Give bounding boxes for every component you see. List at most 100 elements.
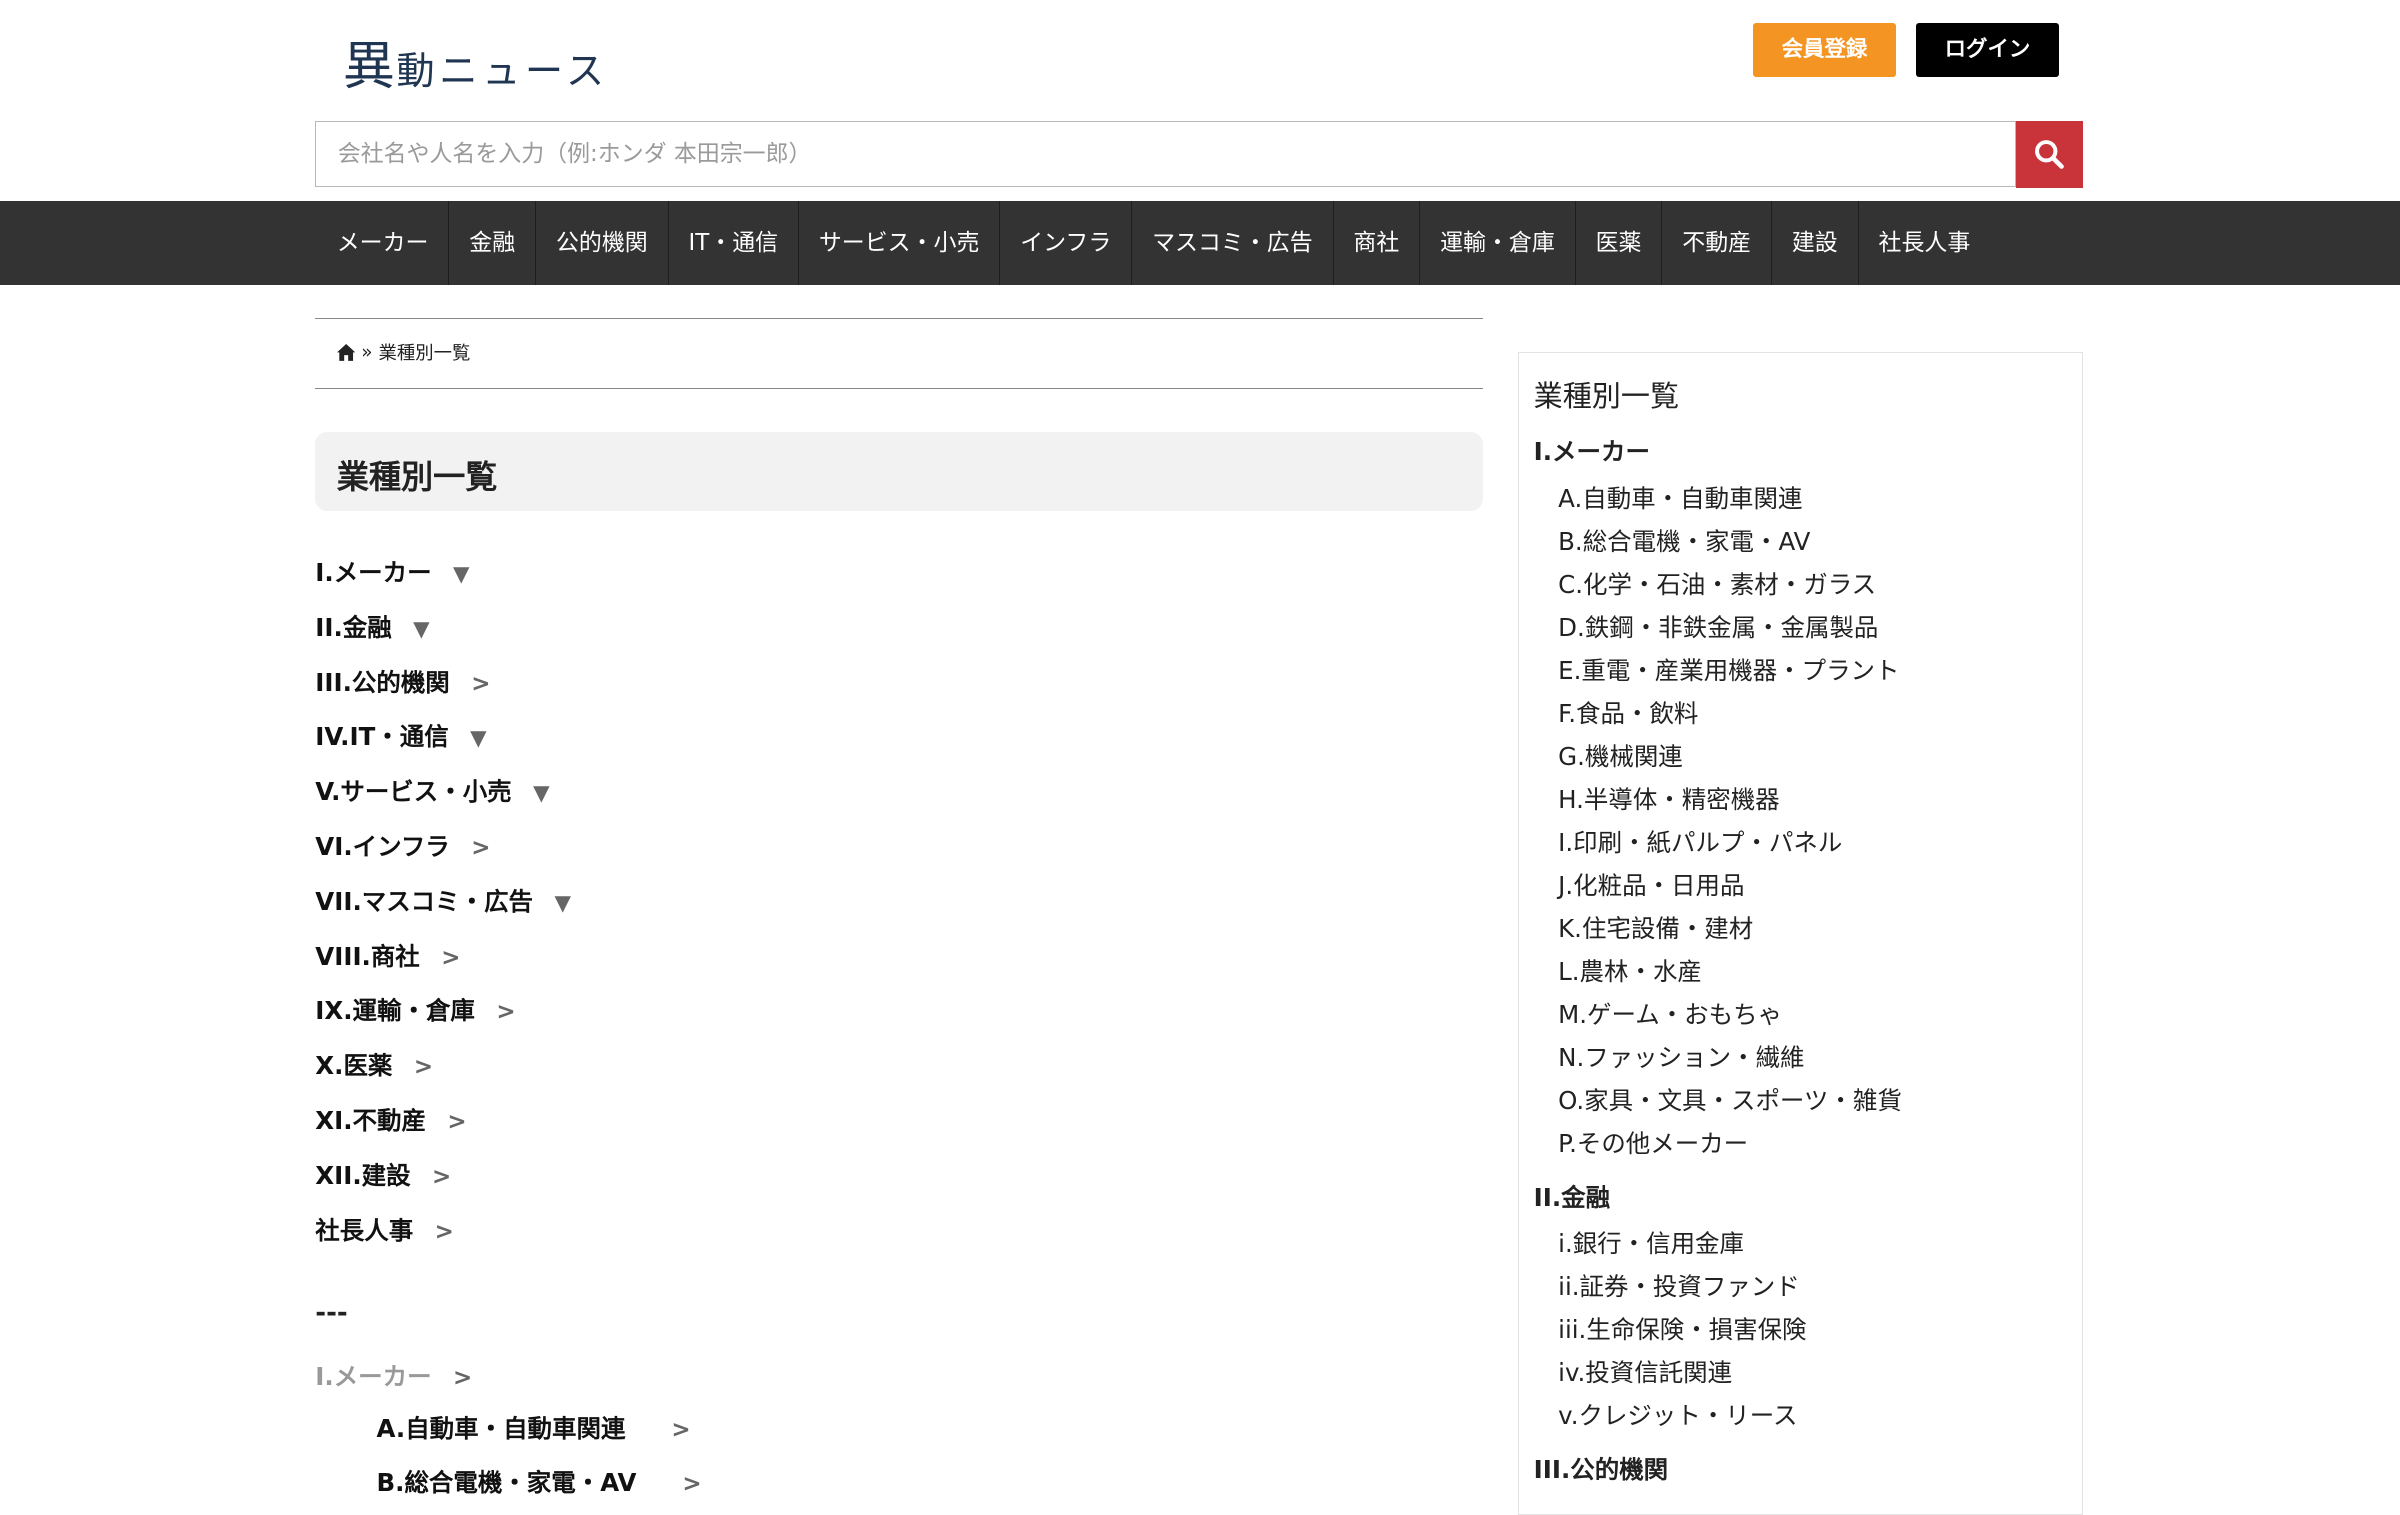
sub-category-label: A.自動車・自動車関連 bbox=[376, 1413, 626, 1443]
register-button[interactable]: 会員登録 bbox=[1752, 22, 1897, 77]
home-icon[interactable] bbox=[336, 343, 356, 361]
category-label: XII.建設 bbox=[315, 1160, 411, 1190]
sidebar-link[interactable]: A.自動車・自動車関連 bbox=[1558, 480, 1802, 515]
chevron-right-icon: > bbox=[441, 944, 461, 971]
triangle-down-icon: ▼ bbox=[453, 562, 470, 588]
category-label: III.公的機関 bbox=[315, 667, 450, 697]
sidebar-link[interactable]: ii.証券・投資ファンド bbox=[1558, 1268, 1800, 1303]
sidebar-link[interactable]: L.農林・水産 bbox=[1558, 953, 1702, 988]
triangle-down-icon: ▼ bbox=[470, 726, 487, 752]
breadcrumb-separator: » bbox=[361, 341, 373, 363]
category-item[interactable]: VI.インフラ > bbox=[315, 828, 490, 863]
nav-item[interactable]: IT・通信 bbox=[669, 200, 799, 285]
nav-item[interactable]: 社長人事 bbox=[1859, 201, 1991, 285]
sub-heading-label: I.メーカー bbox=[315, 1361, 432, 1391]
category-item[interactable]: X.医薬 > bbox=[315, 1047, 433, 1082]
sub-category-item[interactable]: B.総合電機・家電・AV > bbox=[377, 1464, 702, 1499]
sidebar-link[interactable]: I.印刷・紙パルプ・パネル bbox=[1558, 824, 1842, 859]
nav-item[interactable]: 商社 bbox=[1334, 200, 1421, 285]
breadcrumb-current: 業種別一覧 bbox=[378, 343, 471, 365]
chevron-right-icon: > bbox=[413, 1054, 434, 1081]
sidebar-group-heading[interactable]: I.メーカー bbox=[1534, 433, 1650, 468]
login-button[interactable]: ログイン bbox=[1916, 22, 2059, 77]
page-title-box: 業種別一覧 bbox=[315, 431, 1484, 512]
category-item[interactable]: VIII.商社 > bbox=[315, 938, 460, 973]
site-header: 異動ニュース 会員登録 ログイン bbox=[0, 0, 2400, 201]
chevron-right-icon: > bbox=[671, 1416, 691, 1443]
triangle-down-icon: ▼ bbox=[533, 781, 550, 807]
sidebar-link[interactable]: O.家具・文具・スポーツ・雑貨 bbox=[1558, 1082, 1902, 1117]
category-item[interactable]: XII.建設 > bbox=[315, 1157, 451, 1192]
category-item[interactable]: III.公的機関 > bbox=[315, 664, 490, 699]
search-input[interactable] bbox=[316, 121, 2016, 187]
sidebar-link[interactable]: M.ゲーム・おもちゃ bbox=[1558, 996, 1782, 1031]
chevron-right-icon: > bbox=[434, 1218, 454, 1245]
category-item[interactable]: 社長人事 > bbox=[315, 1212, 454, 1247]
nav-item[interactable]: インフラ bbox=[1000, 200, 1133, 285]
chevron-right-icon: > bbox=[471, 835, 491, 862]
category-label: II.金融 bbox=[315, 612, 392, 642]
sidebar-link[interactable]: K.住宅設備・建材 bbox=[1558, 910, 1753, 945]
category-label: V.サービス・小売 bbox=[315, 777, 512, 807]
sidebar-link[interactable]: F.食品・飲料 bbox=[1558, 695, 1698, 730]
sidebar-link[interactable]: H.半導体・精密機器 bbox=[1558, 781, 1780, 816]
category-item[interactable]: V.サービス・小売 ▼ bbox=[315, 773, 549, 808]
page-title: 業種別一覧 bbox=[336, 457, 498, 496]
sidebar-link[interactable]: D.鉄鋼・非鉄金属・金属製品 bbox=[1558, 609, 1878, 644]
category-label: X.医薬 bbox=[315, 1051, 393, 1081]
category-label: 社長人事 bbox=[315, 1215, 414, 1245]
nav-item[interactable]: 不動産 bbox=[1662, 200, 1772, 285]
nav-item[interactable]: マスコミ・広告 bbox=[1132, 200, 1334, 285]
sidebar-link[interactable]: N.ファッション・繊維 bbox=[1558, 1039, 1804, 1074]
sidebar-link[interactable]: B.総合電機・家電・AV bbox=[1558, 523, 1810, 558]
nav-item[interactable]: 公的機関 bbox=[536, 200, 669, 285]
divider-text: --- bbox=[315, 1297, 348, 1328]
chevron-right-icon: > bbox=[447, 1109, 467, 1136]
category-item[interactable]: II.金融 ▼ bbox=[315, 609, 429, 644]
nav-item[interactable]: メーカー bbox=[317, 200, 450, 285]
category-label: VIII.商社 bbox=[315, 941, 420, 971]
triangle-down-icon: ▼ bbox=[554, 890, 571, 916]
sidebar-link[interactable]: i.銀行・信用金庫 bbox=[1558, 1225, 1744, 1260]
category-label: IX.運輸・倉庫 bbox=[315, 996, 475, 1026]
nav-item[interactable]: 金融 bbox=[449, 200, 537, 285]
nav-item[interactable]: 医薬 bbox=[1576, 200, 1663, 285]
chevron-right-icon: > bbox=[432, 1163, 452, 1190]
sidebar-link[interactable]: P.その他メーカー bbox=[1558, 1125, 1748, 1160]
category-label: VI.インフラ bbox=[315, 832, 450, 862]
logo-rest: 動ニュース bbox=[396, 49, 609, 95]
category-item[interactable]: I.メーカー ▼ bbox=[315, 554, 469, 589]
category-item[interactable]: IV.IT・通信 ▼ bbox=[315, 718, 486, 753]
category-label: IV.IT・通信 bbox=[315, 722, 449, 752]
sub-category-item[interactable]: A.自動車・自動車関連 > bbox=[377, 1410, 691, 1445]
category-label: I.メーカー bbox=[315, 558, 432, 588]
category-item[interactable]: XI.不動産 > bbox=[315, 1102, 466, 1137]
triangle-down-icon: ▼ bbox=[413, 616, 430, 642]
breadcrumb: » 業種別一覧 bbox=[315, 318, 1484, 389]
sidebar-title: 業種別一覧 bbox=[1533, 379, 1680, 414]
category-nav: メーカー 金融 公的機関 IT・通信 サービス・小売 インフラ マスコミ・広告 商社 運輸・倉庫… bbox=[0, 200, 2400, 285]
chevron-right-icon: > bbox=[682, 1471, 702, 1498]
chevron-right-icon: > bbox=[496, 999, 516, 1026]
sub-category-heading[interactable]: I.メーカー > bbox=[315, 1358, 472, 1393]
category-label: XI.不動産 bbox=[315, 1106, 426, 1136]
logo-main: 異 bbox=[342, 37, 397, 98]
sidebar-group-heading[interactable]: III.公的機関 bbox=[1534, 1451, 1668, 1486]
category-item[interactable]: VII.マスコミ・広告 ▼ bbox=[315, 883, 571, 918]
nav-item[interactable]: 運輸・倉庫 bbox=[1420, 200, 1576, 285]
search-button[interactable] bbox=[2015, 120, 2084, 189]
sidebar-link[interactable]: G.機械関連 bbox=[1558, 738, 1683, 773]
sidebar-group-heading[interactable]: II.金融 bbox=[1534, 1179, 1610, 1214]
site-logo[interactable]: 異動ニュース bbox=[343, 24, 609, 99]
sidebar-link[interactable]: iii.生命保険・損害保険 bbox=[1558, 1311, 1806, 1346]
nav-item[interactable]: 建設 bbox=[1772, 200, 1859, 285]
search-icon bbox=[2035, 140, 2065, 170]
sidebar-link[interactable]: v.クレジット・リース bbox=[1558, 1397, 1797, 1432]
nav-item[interactable]: サービス・小売 bbox=[799, 200, 1001, 285]
sub-category-label: B.総合電機・家電・AV bbox=[376, 1468, 637, 1498]
sidebar-link[interactable]: iv.投資信託関連 bbox=[1558, 1354, 1732, 1389]
category-item[interactable]: IX.運輸・倉庫 > bbox=[315, 992, 515, 1027]
sidebar-link[interactable]: J.化粧品・日用品 bbox=[1558, 867, 1744, 902]
sidebar-link[interactable]: E.重電・産業用機器・プラント bbox=[1558, 652, 1899, 687]
sidebar-link[interactable]: C.化学・石油・素材・ガラス bbox=[1558, 566, 1876, 601]
